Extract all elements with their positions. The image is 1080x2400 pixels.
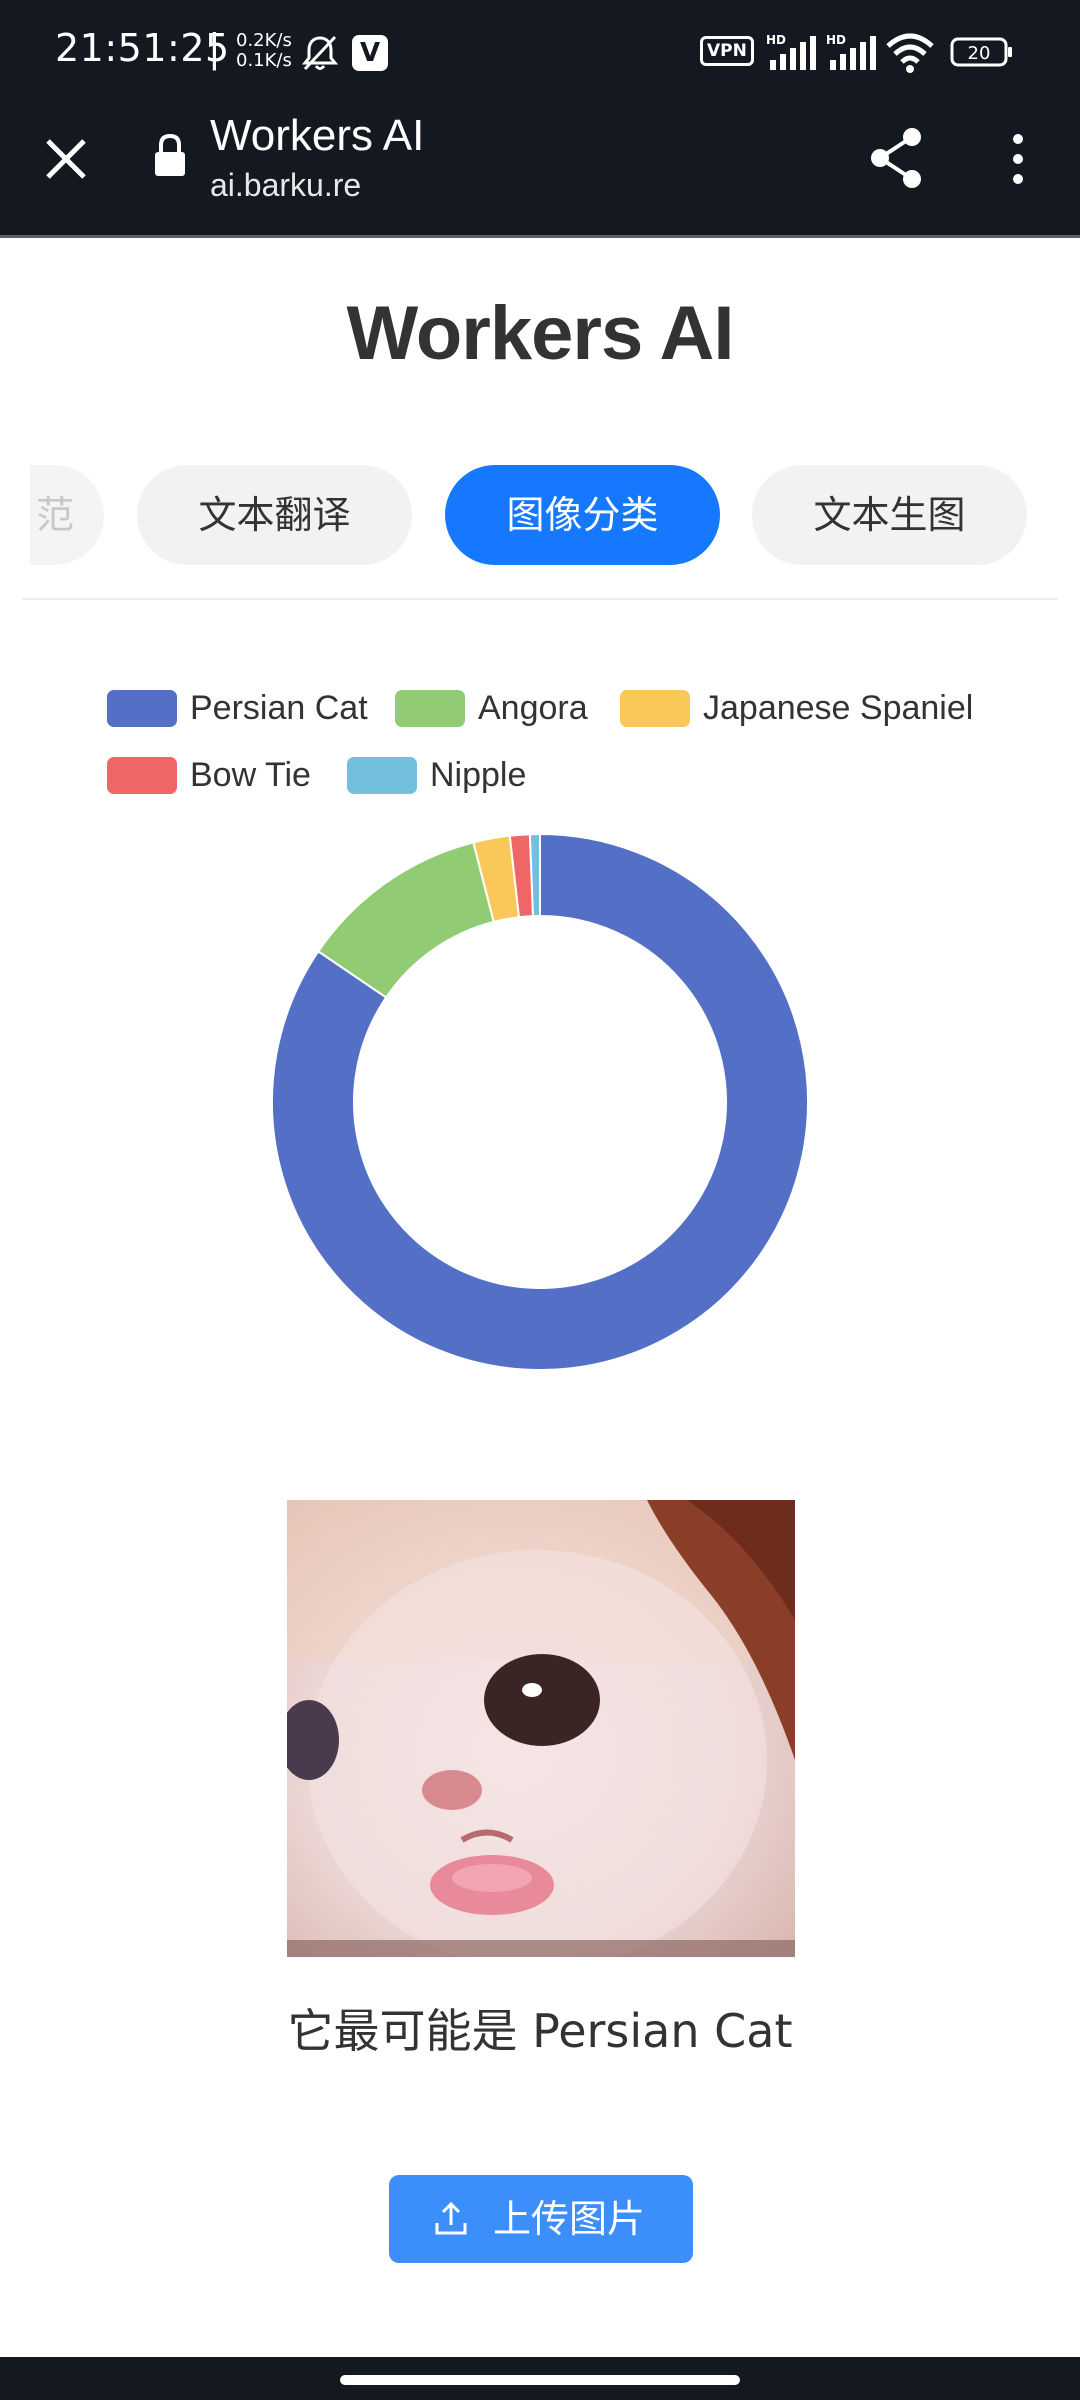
upload-button-label: 上传图片	[493, 2197, 646, 2241]
speed-down: 0.1K/s	[236, 50, 292, 71]
battery-icon: 20	[950, 37, 1012, 67]
signal-hd-label: HD	[766, 33, 786, 47]
tab-text-translation[interactable]: 文本翻译	[137, 465, 412, 565]
signal-icon: HD	[766, 33, 816, 70]
upload-image-button[interactable]: 上传图片	[389, 2175, 693, 2263]
system-nav-bar	[0, 2357, 1080, 2400]
bell-muted-icon	[301, 35, 339, 71]
browser-page-title[interactable]: Workers AI	[210, 111, 424, 161]
tab-partial-label: 范	[36, 493, 75, 537]
signal-icon-2: HD	[826, 33, 876, 70]
home-gesture-handle[interactable]	[340, 2375, 740, 2385]
legend-swatch	[107, 690, 177, 727]
classification-donut-chart[interactable]	[0, 800, 1080, 1420]
legend-label: Nipple	[430, 756, 527, 794]
legend-label: Angora	[478, 689, 588, 727]
share-icon[interactable]	[866, 125, 930, 191]
tab-bar: 范 文本翻译 图像分类 文本生图	[0, 465, 1080, 565]
close-icon[interactable]	[40, 133, 92, 185]
uploaded-cat-image	[287, 1500, 795, 1957]
battery-level: 20	[968, 43, 991, 64]
tab-partial-hidden[interactable]: 范	[30, 465, 104, 565]
legend-label: Japanese Spaniel	[703, 689, 974, 727]
wifi-icon	[886, 33, 934, 73]
browser-toolbar: Workers AI ai.barku.re	[0, 105, 1080, 238]
app-notification-icon: V	[352, 35, 388, 71]
upload-icon	[435, 2201, 467, 2235]
speed-up: 0.2K/s	[236, 30, 292, 51]
legend-swatch	[620, 690, 690, 727]
tab-divider	[22, 598, 1058, 600]
lock-icon[interactable]	[152, 132, 188, 180]
tab-text-to-image[interactable]: 文本生图	[752, 465, 1027, 565]
legend-swatch	[347, 757, 417, 794]
page-title: Workers AI	[346, 291, 734, 376]
network-speed: 0.2K/s 0.1K/s	[236, 31, 292, 71]
more-options-icon[interactable]	[1000, 129, 1036, 189]
classification-result-text: 它最可能是 Persian Cat	[287, 2004, 793, 2058]
status-time: 21:51:25	[55, 26, 230, 70]
signal-hd-label-2: HD	[826, 33, 846, 47]
legend-swatch	[395, 690, 465, 727]
browser-url[interactable]: ai.barku.re	[210, 167, 361, 204]
legend-label: Persian Cat	[190, 689, 368, 727]
legend-swatch	[107, 757, 177, 794]
tab-image-classification[interactable]: 图像分类	[445, 465, 720, 565]
status-bar: 21:51:25 | 0.2K/s 0.1K/s V VPN HD HD 20	[0, 0, 1080, 105]
vpn-badge: VPN	[700, 36, 754, 66]
status-separator: |	[208, 26, 221, 70]
legend-label: Bow Tie	[190, 756, 311, 794]
